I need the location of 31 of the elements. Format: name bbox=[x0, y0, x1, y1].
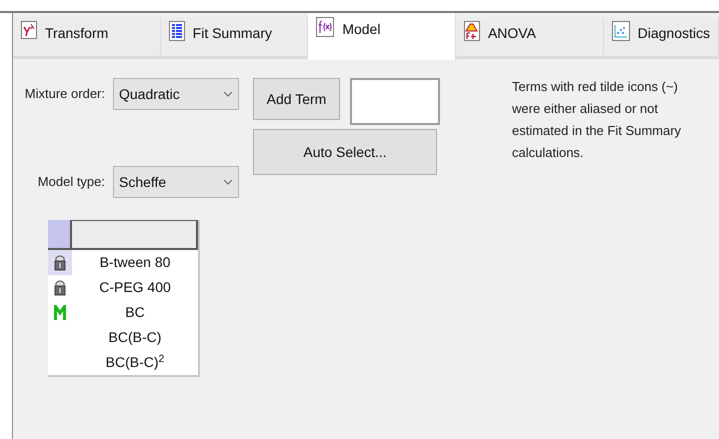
auto-select-button[interactable]: Auto Select... bbox=[253, 129, 437, 175]
bell-curve-icon bbox=[464, 21, 480, 41]
term-cell[interactable]: BC(B-C) bbox=[72, 327, 198, 348]
chevron-down-icon bbox=[223, 179, 233, 185]
term-cell[interactable]: BC bbox=[72, 302, 198, 323]
tab[interactable]: Model bbox=[308, 13, 456, 60]
tab[interactable]: Fit Summary bbox=[160, 17, 308, 59]
grid-icon bbox=[168, 21, 185, 41]
field-label: Model type: bbox=[36, 173, 105, 192]
term-input-field[interactable] bbox=[350, 78, 440, 125]
term-cell[interactable]: C-PEG 400 bbox=[72, 277, 198, 298]
row-header[interactable] bbox=[48, 250, 72, 275]
m-icon bbox=[54, 304, 66, 320]
add-term-button[interactable]: Add Term bbox=[253, 78, 340, 120]
function-icon bbox=[316, 17, 334, 37]
chevron-down-icon bbox=[223, 91, 233, 97]
tab[interactable]: Diagnostics bbox=[604, 17, 719, 59]
lock-icon bbox=[54, 279, 66, 296]
field-label: Mixture order: bbox=[24, 85, 105, 104]
tab[interactable]: Transform bbox=[13, 17, 161, 59]
term-cell[interactable]: B-tween 80 bbox=[72, 252, 198, 273]
note-text: Terms with red tilde icons (~) were either aliased or not estimated in the Fit Summary calculations. bbox=[512, 78, 682, 162]
row-header-corner[interactable] bbox=[48, 220, 72, 250]
column-header[interactable] bbox=[72, 220, 198, 250]
lock-icon bbox=[54, 254, 66, 271]
term-cell[interactable]: BC(B-C)$^{2}$ bbox=[72, 352, 198, 373]
scatter-plot-icon bbox=[612, 21, 630, 41]
y-lambda-icon bbox=[21, 21, 37, 39]
tab[interactable]: ANOVA bbox=[456, 17, 604, 59]
model-type-dropdown[interactable]: Scheffe bbox=[113, 166, 239, 198]
mixture-order-dropdown[interactable]: Quadratic bbox=[113, 78, 239, 110]
